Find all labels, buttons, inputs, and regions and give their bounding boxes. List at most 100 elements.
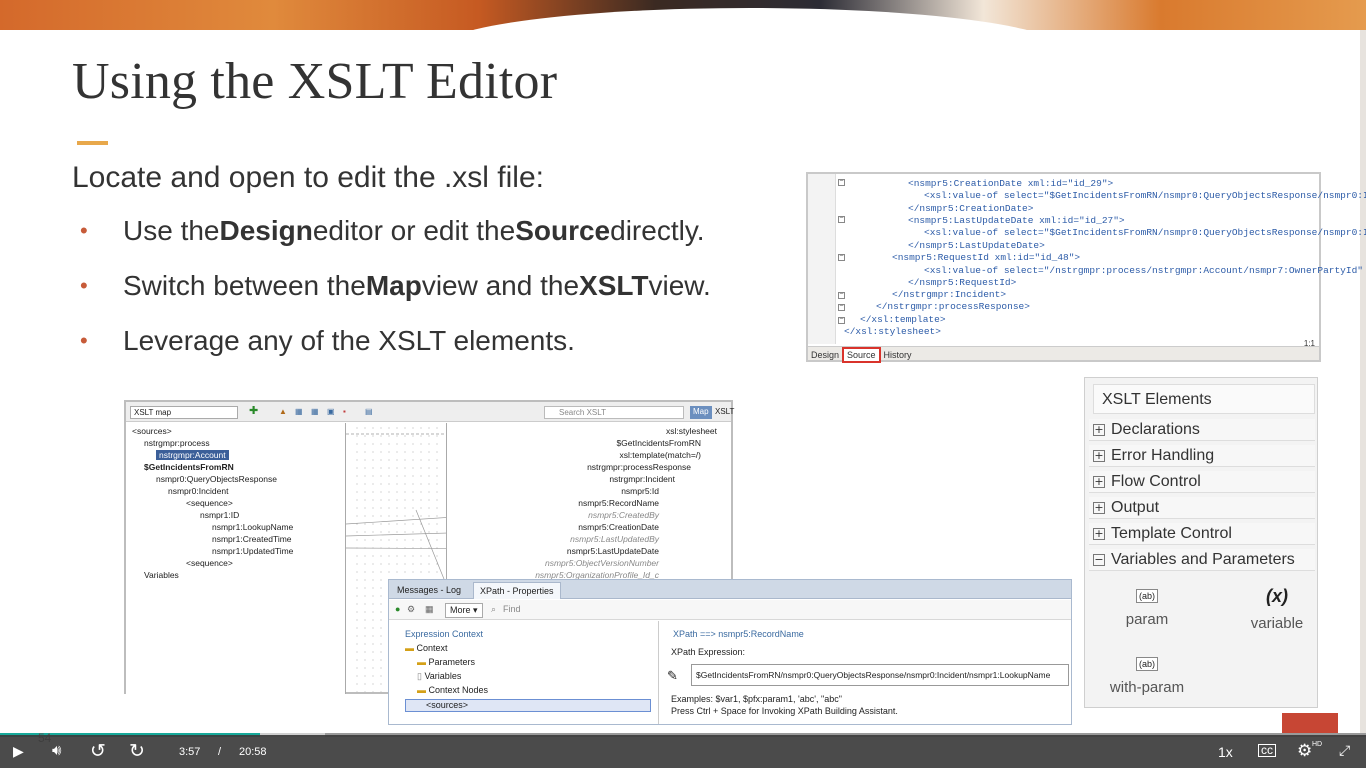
code-line: <xsl:value-of select="$GetIncidentsFromR… [924, 190, 1366, 201]
with-param-icon: (ab) [1135, 657, 1158, 671]
group-template-control[interactable]: + Template Control [1089, 523, 1315, 545]
toolbar-icon[interactable]: ▲ [276, 406, 290, 419]
expression-context-label: Expression Context [405, 629, 484, 639]
captions-icon[interactable]: cc [1258, 744, 1276, 757]
panel-tabs: Messages - Log XPath - Properties [389, 580, 1071, 599]
expand-icon: + [1093, 448, 1105, 462]
add-icon[interactable]: ✚ [246, 403, 261, 417]
toolbar-icon[interactable]: ▣ [324, 406, 338, 419]
map-toolbar: XSLT map ✚ ▲ ▦ ▦ ▣ ▪ ▤ Search XSLT Map X… [126, 402, 734, 422]
map-view-button[interactable]: Map [690, 406, 712, 419]
tree-node[interactable]: nsmpr1:CreatedTime [212, 534, 292, 544]
settings-icon[interactable]: ⚙ [1297, 741, 1312, 761]
code-line: </nsmpr5:RequestId> [908, 277, 1017, 288]
volume-icon[interactable]: 🔊︎ [52, 742, 61, 759]
tree-node[interactable]: nsmpr0:Incident [168, 486, 228, 496]
tree-node[interactable]: Variables [144, 570, 179, 580]
code-line: <nsmpr5:RequestId xml:id="id_48"> [892, 252, 1081, 263]
tree-node[interactable]: nstrgmpr:process [144, 438, 210, 448]
tree-node[interactable]: xsl:template(match=/) [620, 450, 702, 460]
xpath-expression-input[interactable]: $GetIncidentsFromRN/nsmpr0:QueryObjectsR… [691, 664, 1069, 686]
folder-icon: ▬ [405, 643, 414, 653]
toolbar-icon[interactable]: ▪ [340, 406, 349, 419]
tab-messages-log[interactable]: Messages - Log [391, 582, 467, 599]
tree-node[interactable]: nstrgmpr:Incident [609, 474, 675, 484]
forward-icon[interactable]: ↻ [129, 740, 145, 763]
tab-history[interactable]: History [881, 349, 915, 361]
with-param-item[interactable]: (ab) with-param [1107, 654, 1187, 696]
playback-speed[interactable]: 1x [1218, 744, 1233, 760]
group-flow-control[interactable]: + Flow Control [1089, 471, 1315, 493]
hd-badge: HD [1312, 741, 1323, 748]
tree-node[interactable]: <sequence> [186, 558, 233, 568]
tree-node[interactable]: $GetIncidentsFromRN [616, 438, 701, 448]
tree-node[interactable]: nsmpr5:CreatedBy [588, 510, 659, 520]
editor-gutter [808, 174, 836, 344]
xpath-header: XPath ==> nsmpr5:RecordName [673, 629, 804, 639]
tree-node[interactable]: nsmpr1:ID [200, 510, 239, 520]
tree-node[interactable]: nstrgmpr:processResponse [587, 462, 691, 472]
tree-node[interactable]: nsmpr5:LastUpdatedBy [570, 534, 659, 544]
tree-node-selected[interactable]: <sources> [405, 699, 651, 712]
editor-tab-bar: Design Source History [808, 346, 1319, 363]
view-selector[interactable]: XSLT map [130, 406, 238, 419]
time-separator: / [218, 746, 222, 758]
title-accent-line [77, 141, 108, 145]
hint-text: Press Ctrl + Space for Invoking XPath Bu… [671, 706, 898, 716]
xslt-view-button[interactable]: XSLT [712, 406, 737, 419]
toolbar-icon[interactable]: ▦ [292, 406, 306, 419]
tree-node[interactable]: ▬ Parameters [417, 657, 475, 667]
tab-source[interactable]: Source [842, 347, 881, 363]
tree-node[interactable]: nsmpr1:LookupName [212, 522, 293, 532]
find-input[interactable]: Find [503, 604, 521, 614]
toolbar-icon[interactable]: ▤ [362, 406, 376, 419]
tree-node[interactable]: nsmpr5:RecordName [578, 498, 659, 508]
xpath-expression-label: XPath Expression: [671, 647, 746, 657]
group-output[interactable]: + Output [1089, 497, 1315, 519]
duration: 20:58 [239, 746, 267, 758]
variable-item[interactable]: (x) variable [1245, 586, 1309, 632]
tree-node[interactable]: nsmpr5:CreationDate [578, 522, 659, 532]
run-icon[interactable]: ● [395, 604, 400, 614]
toolbar-icon[interactable]: ▦ [425, 604, 434, 615]
toolbar-icon[interactable]: ⚙ [407, 604, 415, 615]
rewind-icon[interactable]: ↺ [90, 740, 106, 763]
tree-node[interactable]: $GetIncidentsFromRN [144, 462, 234, 472]
tree-node[interactable]: xsl:stylesheet [666, 426, 717, 436]
tab-xpath-properties[interactable]: XPath - Properties [473, 582, 561, 599]
slide-title: Using the XSLT Editor [72, 53, 558, 110]
tree-node[interactable]: ▬ Context Nodes [417, 685, 488, 695]
tree-node[interactable]: <sequence> [186, 498, 233, 508]
tree-node[interactable]: nsmpr5:Id [621, 486, 659, 496]
brand-corner [1282, 713, 1338, 735]
code-line: <nsmpr5:LastUpdateDate xml:id="id_27"> [908, 215, 1125, 226]
source-tree-pane: <sources> nstrgmpr:process nstrgmpr:Acco… [126, 423, 346, 694]
expand-icon: + [1093, 474, 1105, 488]
tree-node[interactable]: nsmpr5:LastUpdateDate [567, 546, 659, 556]
tree-node-selected[interactable]: nstrgmpr:Account [156, 450, 229, 460]
fullscreen-icon[interactable]: ⤢ [1339, 742, 1350, 759]
file-icon: ▯ [417, 671, 422, 681]
group-error-handling[interactable]: + Error Handling [1089, 445, 1315, 467]
search-xslt-input[interactable]: Search XSLT [544, 406, 684, 419]
code-line: </nstrgmpr:Incident> [892, 289, 1007, 300]
tree-node[interactable]: ▬ Context [405, 643, 448, 653]
edit-icon[interactable]: ✎ [667, 668, 678, 684]
expand-icon: + [1093, 500, 1105, 514]
code-line: </nstrgmpr:processResponse> [876, 301, 1030, 312]
param-item[interactable]: (ab) param [1117, 586, 1177, 628]
fold-icon: − [838, 215, 845, 223]
tree-node[interactable]: nsmpr0:QueryObjectsResponse [156, 474, 277, 484]
toolbar-icon[interactable]: ▦ [308, 406, 322, 419]
tree-node[interactable]: <sources> [132, 426, 172, 436]
play-icon[interactable]: ▶ [13, 743, 24, 760]
tree-node[interactable]: ▯ Variables [417, 671, 461, 682]
tab-design[interactable]: Design [808, 349, 842, 361]
expand-icon: + [1093, 422, 1105, 436]
decorative-banner [0, 0, 1366, 30]
tree-node[interactable]: nsmpr1:UpdatedTime [212, 546, 293, 556]
group-declarations[interactable]: + Declarations [1089, 419, 1315, 441]
more-dropdown[interactable]: More ▾ [445, 603, 483, 618]
group-variables-and-parameters[interactable]: − Variables and Parameters [1089, 549, 1315, 571]
tree-node[interactable]: nsmpr5:ObjectVersionNumber [545, 558, 659, 568]
